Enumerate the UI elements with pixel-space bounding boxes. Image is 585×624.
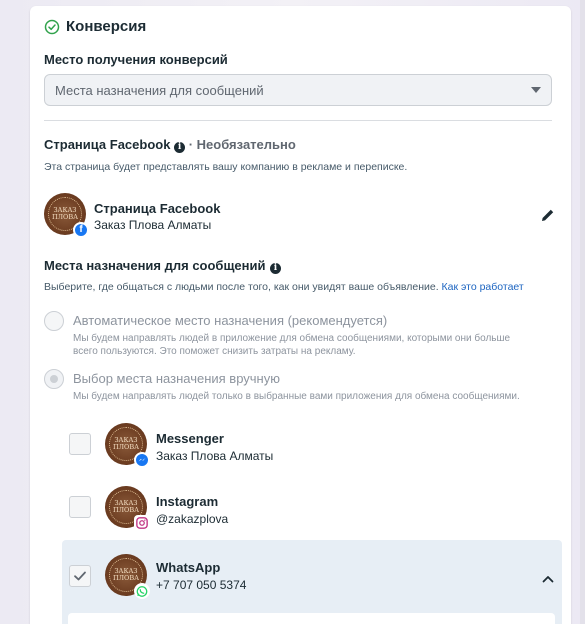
facebook-icon: f: [73, 222, 89, 238]
messenger-avatar: ЗАКАЗ ПЛОВА: [105, 423, 150, 468]
section-title: Конверсия: [66, 18, 147, 35]
conversion-location-label: Место получения конверсий: [44, 52, 228, 67]
instagram-icon: [134, 515, 150, 531]
facebook-page-description: Эта страница будет представлять вашу ком…: [44, 161, 408, 173]
divider: [44, 120, 552, 121]
info-icon[interactable]: i: [174, 142, 186, 153]
option-automatic-title: Автоматическое место назначения (рекомен…: [73, 313, 388, 328]
option-automatic-desc-1: Мы будем направлять людей в приложение д…: [73, 333, 511, 344]
option-manual-title: Выбор места назначения вручную: [73, 371, 280, 386]
messenger-icon: [134, 452, 150, 468]
facebook-page-heading-text: Страница Facebook: [44, 137, 171, 152]
avatar: ЗАКАЗ ПЛОВА: [105, 423, 150, 468]
info-icon[interactable]: i: [269, 263, 281, 274]
destinations-description: Выберите, где общаться с людьми после то…: [44, 281, 524, 293]
facebook-page-info: Страница Facebook Заказ Плова Алматы: [94, 201, 220, 232]
whatsapp-name: WhatsApp: [156, 560, 221, 575]
instagram-info: Instagram @zakazplova: [156, 494, 228, 526]
destinations-heading-text: Места назначения для сообщений: [44, 258, 266, 273]
option-automatic-desc-2: всего пользуются. Это поможет снизить за…: [73, 346, 356, 357]
whatsapp-settings-area: [68, 613, 555, 624]
destinations-heading: Места назначения для сообщений i: [44, 257, 281, 275]
scrollbar-track[interactable]: [580, 0, 585, 624]
check-circle-icon: [44, 19, 60, 34]
conversion-card: Конверсия Место получения конверсий Мест…: [30, 6, 571, 624]
messenger-name: Messenger: [156, 431, 224, 446]
section-header: Конверсия: [44, 18, 146, 35]
whatsapp-info: WhatsApp +7 707 050 5374: [156, 560, 246, 592]
destinations-description-text: Выберите, где общаться с людьми после то…: [44, 281, 439, 293]
chevron-up-icon[interactable]: [541, 572, 555, 586]
facebook-page-heading: Страница Facebook i · Необязательно: [44, 137, 296, 153]
whatsapp-account: +7 707 050 5374: [156, 578, 247, 592]
whatsapp-avatar: ЗАКАЗ ПЛОВА: [105, 554, 150, 599]
checkbox-instagram[interactable]: [69, 496, 91, 518]
checkbox-messenger[interactable]: [69, 433, 91, 455]
instagram-name: Instagram: [156, 494, 219, 509]
instagram-avatar: ЗАКАЗ ПЛОВА: [105, 486, 150, 531]
facebook-page-account: Заказ Плова Алматы: [94, 218, 212, 232]
optional-label: · Необязательно: [188, 137, 296, 152]
facebook-page-avatar: ЗАКАЗ ПЛОВА f: [44, 193, 89, 238]
option-automatic: Автоматическое место назначения (рекомен…: [73, 313, 510, 358]
radio-manual[interactable]: [44, 369, 64, 389]
edit-pencil-icon[interactable]: [540, 207, 556, 223]
option-manual: Выбор места назначения вручную Мы будем …: [73, 371, 520, 403]
instagram-account: @zakazplova: [156, 512, 229, 526]
avatar: ЗАКАЗ ПЛОВА: [105, 486, 150, 531]
messenger-info: Messenger Заказ Плова Алматы: [156, 431, 273, 463]
conversion-location-select[interactable]: Места назначения для сообщений: [44, 74, 552, 106]
messenger-account: Заказ Плова Алматы: [156, 449, 274, 463]
facebook-page-name: Страница Facebook: [94, 201, 221, 216]
checkbox-whatsapp[interactable]: [69, 565, 91, 587]
avatar: ЗАКАЗ ПЛОВА: [105, 554, 150, 599]
radio-automatic[interactable]: [44, 311, 64, 331]
conversion-location-value: Места назначения для сообщений: [55, 82, 264, 98]
avatar: ЗАКАЗ ПЛОВА f: [44, 193, 89, 238]
whatsapp-icon: [134, 583, 150, 599]
how-it-works-link[interactable]: Как это работает: [442, 281, 524, 293]
chevron-down-icon: [531, 87, 541, 93]
option-manual-desc: Мы будем направлять людей только в выбра…: [73, 391, 520, 402]
check-icon: [74, 571, 86, 581]
